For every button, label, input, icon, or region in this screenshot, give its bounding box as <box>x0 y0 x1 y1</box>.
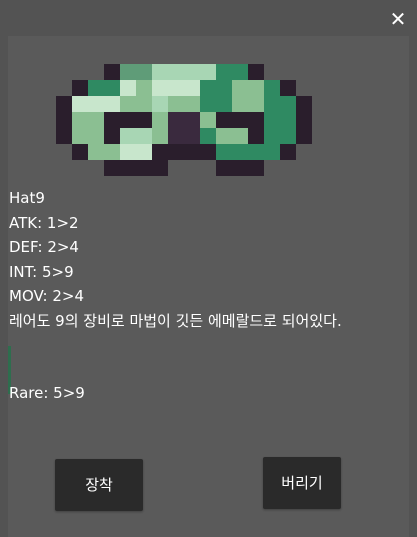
item-info: Hat9 ATK: 1>2 DEF: 2>4 INT: 5>9 MOV: 2>4… <box>9 186 409 406</box>
stat-atk: ATK: 1>2 <box>9 213 79 232</box>
discard-button[interactable]: 버리기 <box>263 457 341 509</box>
stat-def: DEF: 2>4 <box>9 238 79 256</box>
item-description: 레어도 9의 장비로 마법이 깃든 에메랄드로 되어있다. <box>9 311 342 330</box>
stat-rare: Rare: 5>9 <box>9 384 85 402</box>
stat-int: INT: 5>9 <box>9 262 74 281</box>
item-detail-window: ✕ Hat9 ATK: 1>2 DEF: 2>4 INT: 5>9 MOV: 2… <box>0 0 417 537</box>
stat-mov: MOV: 2>4 <box>9 287 84 305</box>
close-icon[interactable]: ✕ <box>387 8 409 30</box>
emerald-ring-icon <box>56 64 312 176</box>
equip-button[interactable]: 장착 <box>55 459 143 511</box>
item-name: Hat9 <box>9 189 45 207</box>
